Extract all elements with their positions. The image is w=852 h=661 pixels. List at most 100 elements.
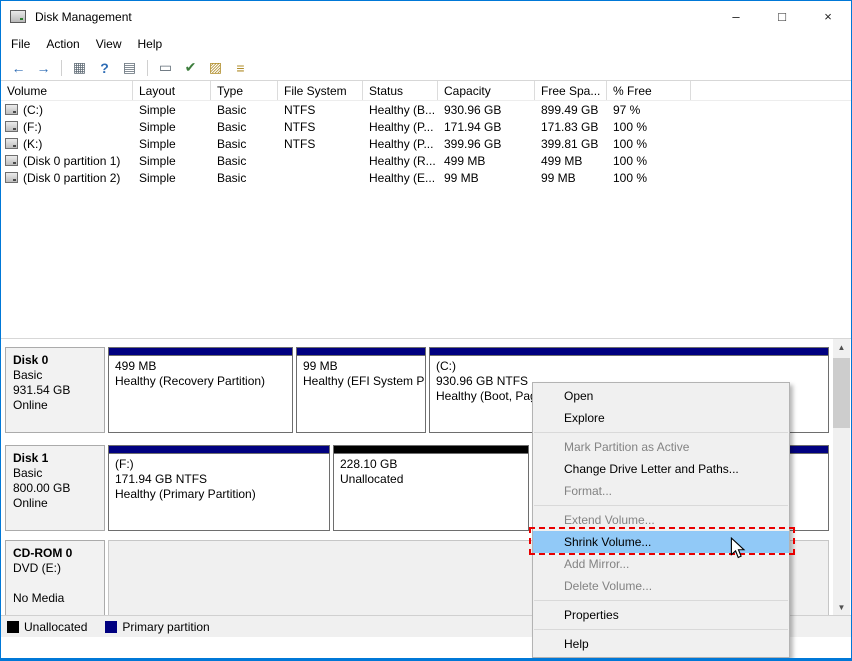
menu-item-open[interactable]: Open (533, 385, 789, 407)
column-header-pct-free[interactable]: % Free (607, 81, 691, 100)
volume-name: (Disk 0 partition 1) (23, 154, 120, 168)
toolbar-separator (61, 60, 62, 76)
pct-free-cell: 100 % (607, 171, 691, 185)
legend-primary-partition: Primary partition (105, 620, 209, 634)
column-header-type[interactable]: Type (211, 81, 278, 100)
volume-name: (Disk 0 partition 2) (23, 171, 120, 185)
pct-free-cell: 97 % (607, 103, 691, 117)
menu-item-change-drive-letter[interactable]: Change Drive Letter and Paths... (533, 458, 789, 480)
table-row[interactable]: (K:) Simple Basic NTFS Healthy (P... 399… (1, 135, 851, 152)
scrollbar-thumb[interactable] (833, 358, 850, 428)
help-icon[interactable]: ? (93, 57, 116, 78)
properties-list-icon[interactable]: ≡ (229, 57, 252, 78)
volume-list-header: Volume Layout Type File System Status Ca… (1, 81, 851, 101)
disk-name: CD-ROM 0 (13, 546, 97, 561)
partition-unallocated[interactable]: 228.10 GB Unallocated (333, 445, 529, 531)
disk-size (13, 576, 97, 591)
partition-efi[interactable]: 99 MB Healthy (EFI System Pa (296, 347, 426, 433)
free-space-cell: 899.49 GB (535, 103, 607, 117)
menubar: File Action View Help (1, 32, 851, 55)
menu-item-delete-volume: Delete Volume... (533, 575, 789, 597)
refresh-view-icon[interactable]: ▨ (204, 57, 227, 78)
cdrom-0-label[interactable]: CD-ROM 0 DVD (E:) No Media (5, 540, 105, 616)
menu-item-help[interactable]: Help (533, 633, 789, 655)
console-window-icon[interactable]: ▦ (68, 57, 91, 78)
column-header-free-space[interactable]: Free Spa... (535, 81, 607, 100)
disk-size: 800.00 GB (13, 481, 97, 496)
capacity-cell: 930.96 GB (438, 103, 535, 117)
column-header-volume[interactable]: Volume (1, 81, 133, 100)
pct-free-cell: 100 % (607, 154, 691, 168)
toolbar-separator (147, 60, 148, 76)
table-row[interactable]: (Disk 0 partition 1) Simple Basic Health… (1, 152, 851, 169)
details-view-icon[interactable]: ▤ (118, 57, 141, 78)
partition-info: 499 MB Healthy (Recovery Partition) (109, 356, 292, 392)
table-row[interactable]: (F:) Simple Basic NTFS Healthy (P... 171… (1, 118, 851, 135)
menu-item-properties[interactable]: Properties (533, 604, 789, 626)
status-cell: Healthy (P... (363, 137, 438, 151)
status-cell: Healthy (E... (363, 171, 438, 185)
legend-unallocated: Unallocated (7, 620, 87, 634)
action-pane-icon[interactable]: ▭ (154, 57, 177, 78)
legend-label: Unallocated (24, 620, 87, 634)
partition-info: (F:) 171.94 GB NTFS Healthy (Primary Par… (109, 454, 329, 505)
vertical-scrollbar[interactable]: ▲ ▼ (833, 339, 850, 616)
disk-kind: Basic (13, 466, 97, 481)
menu-view[interactable]: View (88, 34, 130, 54)
status-cell: Healthy (R... (363, 154, 438, 168)
partition-recovery[interactable]: 499 MB Healthy (Recovery Partition) (108, 347, 293, 433)
drive-icon (5, 172, 18, 183)
layout-cell: Simple (133, 137, 211, 151)
disk-kind: DVD (E:) (13, 561, 97, 576)
free-space-cell: 99 MB (535, 171, 607, 185)
menu-item-explore[interactable]: Explore (533, 407, 789, 429)
disk-status: No Media (13, 591, 97, 606)
partition-color-strip (109, 446, 329, 454)
disk-1-label[interactable]: Disk 1 Basic 800.00 GB Online (5, 445, 105, 531)
menu-item-extend-volume: Extend Volume... (533, 509, 789, 531)
table-row[interactable]: (Disk 0 partition 2) Simple Basic Health… (1, 169, 851, 186)
disk-kind: Basic (13, 368, 97, 383)
menu-file[interactable]: File (3, 34, 38, 54)
menu-help[interactable]: Help (130, 34, 171, 54)
minimize-button[interactable]: – (713, 1, 759, 32)
menu-separator (534, 629, 788, 630)
table-row[interactable]: (C:) Simple Basic NTFS Healthy (B... 930… (1, 101, 851, 118)
capacity-cell: 399.96 GB (438, 137, 535, 151)
disk-name: Disk 0 (13, 353, 97, 368)
back-arrow-icon[interactable]: ← (7, 57, 30, 78)
layout-cell: Simple (133, 154, 211, 168)
check-status-icon[interactable]: ✔ (179, 57, 202, 78)
scroll-up-icon[interactable]: ▲ (833, 339, 850, 356)
drive-icon (5, 104, 18, 115)
close-button[interactable]: × (805, 1, 851, 32)
maximize-button[interactable]: □ (759, 1, 805, 32)
volume-cell: (C:) (1, 103, 133, 117)
free-space-cell: 399.81 GB (535, 137, 607, 151)
primary-partition-swatch (105, 621, 117, 633)
volume-name: (F:) (23, 120, 42, 134)
toolbar: ← → ▦ ? ▤ ▭ ✔ ▨ ≡ (1, 55, 851, 81)
legend-label: Primary partition (122, 620, 209, 634)
partition-color-strip (430, 348, 828, 356)
menu-item-shrink-volume[interactable]: Shrink Volume... (533, 531, 789, 553)
volume-cell: (K:) (1, 137, 133, 151)
type-cell: Basic (211, 103, 278, 117)
menu-separator (534, 600, 788, 601)
drive-icon (5, 138, 18, 149)
file-system-cell: NTFS (278, 137, 363, 151)
partition-f-drive[interactable]: (F:) 171.94 GB NTFS Healthy (Primary Par… (108, 445, 330, 531)
column-header-capacity[interactable]: Capacity (438, 81, 535, 100)
volume-list: Volume Layout Type File System Status Ca… (1, 81, 851, 337)
disk-0-label[interactable]: Disk 0 Basic 931.54 GB Online (5, 347, 105, 433)
forward-arrow-icon[interactable]: → (32, 57, 55, 78)
column-header-status[interactable]: Status (363, 81, 438, 100)
column-header-layout[interactable]: Layout (133, 81, 211, 100)
context-menu: Open Explore Mark Partition as Active Ch… (532, 382, 790, 658)
menu-action[interactable]: Action (38, 34, 87, 54)
layout-cell: Simple (133, 120, 211, 134)
status-cell: Healthy (B... (363, 103, 438, 117)
scroll-down-icon[interactable]: ▼ (833, 599, 850, 616)
pct-free-cell: 100 % (607, 137, 691, 151)
column-header-file-system[interactable]: File System (278, 81, 363, 100)
